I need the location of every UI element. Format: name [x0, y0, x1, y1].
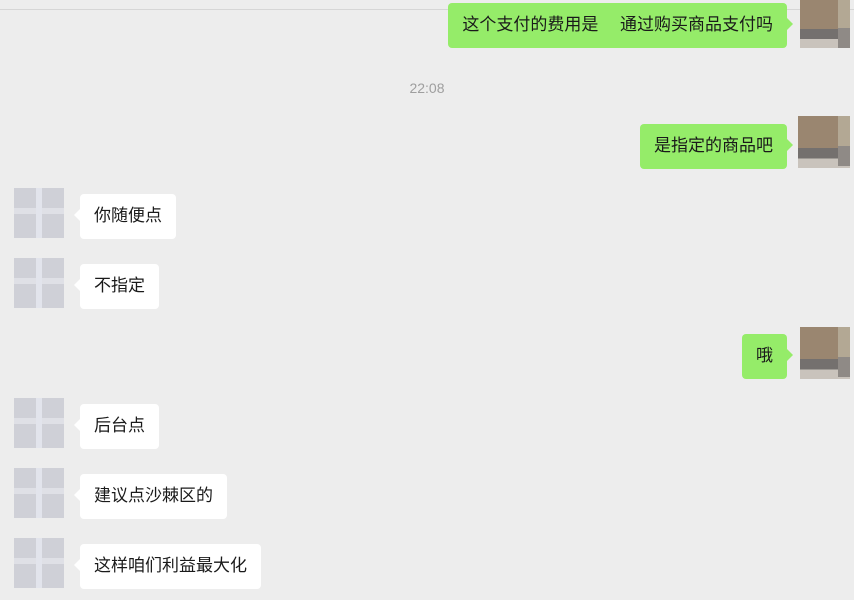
- message-bubble[interactable]: 哦: [742, 334, 793, 379]
- contact-avatar[interactable]: [14, 538, 64, 588]
- contact-avatar[interactable]: [14, 468, 64, 518]
- message-bubble[interactable]: 这样咱们利益最大化: [74, 544, 261, 589]
- contact-avatar[interactable]: [14, 258, 64, 308]
- contact-avatar[interactable]: [14, 188, 64, 238]
- message-bubble[interactable]: 是指定的商品吧: [640, 124, 793, 169]
- contact-avatar[interactable]: [14, 398, 64, 448]
- message-bubble[interactable]: 后台点: [74, 404, 159, 449]
- self-avatar[interactable]: [800, 0, 850, 48]
- message-bubble[interactable]: 你随便点: [74, 194, 176, 239]
- self-avatar[interactable]: [798, 116, 850, 168]
- message-bubble[interactable]: 不指定: [74, 264, 159, 309]
- message-timestamp: 22:08: [409, 80, 445, 96]
- message-bubble[interactable]: 建议点沙棘区的: [74, 474, 227, 519]
- self-avatar[interactable]: [800, 327, 850, 379]
- message-bubble[interactable]: 这个支付的费用是 通过购买商品支付吗: [448, 3, 793, 48]
